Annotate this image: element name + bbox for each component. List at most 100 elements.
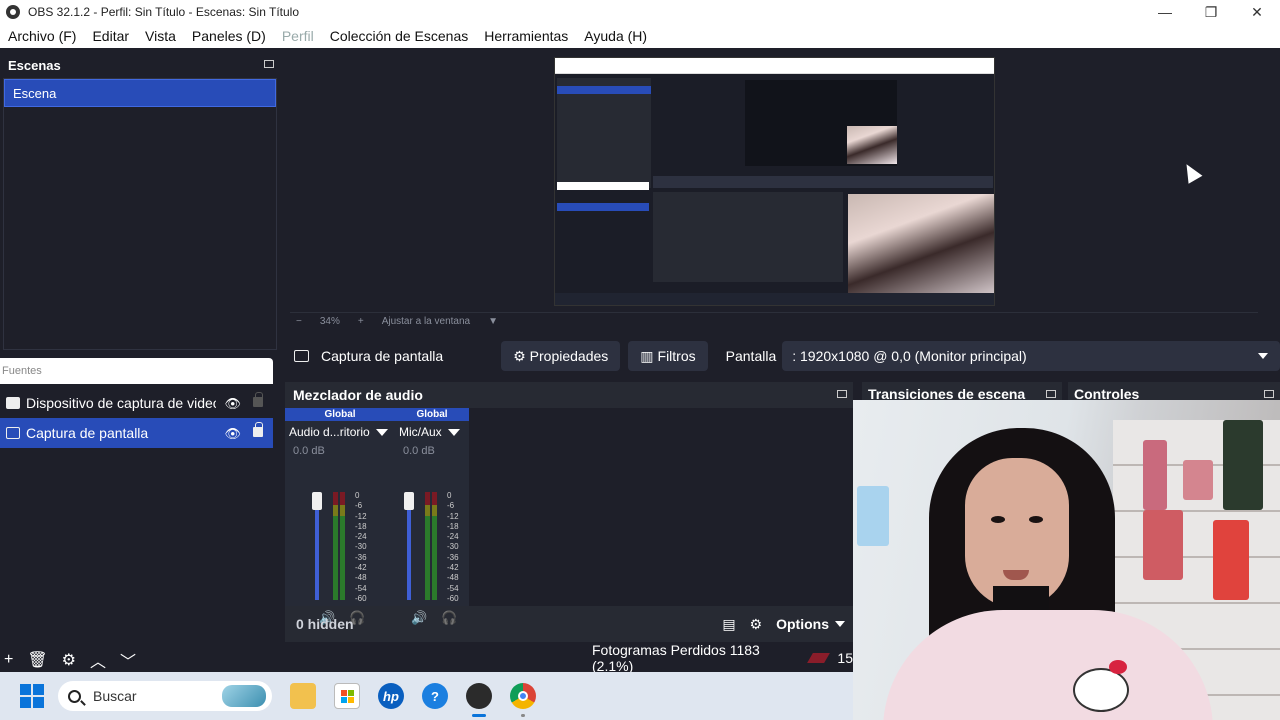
options-button[interactable]: Options (776, 616, 845, 632)
mini-scene-selected (557, 86, 651, 94)
channel-tag: Global (395, 408, 469, 421)
taskbar-search[interactable]: Buscar (58, 681, 272, 711)
channel-db: 0.0 dB (293, 445, 325, 457)
audio-mixer-dock: Mezclador de audio Global Audio d...rito… (285, 382, 853, 642)
undock-icon[interactable] (837, 390, 847, 398)
scale-tick: -54 (355, 583, 367, 593)
mini-sources-header (557, 182, 649, 190)
minimize-icon[interactable]: — (1142, 0, 1188, 24)
source-label: Dispositivo de captura de video (26, 395, 216, 411)
display-label: Pantalla (725, 348, 777, 364)
filter-icon: ▥ (640, 347, 654, 364)
windows-start-icon[interactable] (20, 684, 44, 708)
visibility-eye-icon[interactable]: 👁 (224, 426, 241, 442)
volume-slider-track[interactable] (315, 496, 319, 600)
menu-help[interactable]: Ayuda (H) (576, 28, 655, 44)
scale-tick: -6 (355, 501, 363, 511)
chrome-icon[interactable] (510, 683, 536, 717)
advanced-audio-gear-icon[interactable]: ⚙ (750, 616, 763, 633)
shelf-item (1143, 440, 1167, 510)
undock-icon[interactable] (1046, 390, 1056, 398)
source-item-screen-capture[interactable]: Captura de pantalla 👁 (0, 418, 273, 448)
scale-tick: -30 (355, 542, 367, 552)
lock-icon[interactable] (253, 422, 263, 437)
meter-scale: 0 -6 -12 -18 -24 -30 -36 -42 -48 -54 -60 (355, 491, 367, 604)
visibility-eye-icon[interactable]: 👁 (224, 396, 241, 412)
level-meter (432, 492, 437, 600)
monitor-icon (294, 350, 309, 362)
fit-to-window-label[interactable]: Ajustar a la ventana (382, 316, 470, 327)
preview-canvas[interactable] (554, 57, 995, 306)
scale-tick: -30 (447, 542, 459, 552)
level-meter (340, 492, 345, 600)
source-properties-gear-icon[interactable]: ⚙ (62, 650, 76, 670)
scene-item[interactable]: Escena (4, 79, 276, 107)
channel-db: 0.0 dB (403, 445, 435, 457)
title-bar: OBS 32.1.2 - Perfil: Sin Título - Escena… (0, 0, 1280, 24)
filters-label: Filtros (657, 348, 696, 364)
scale-tick: -42 (355, 563, 367, 573)
mixer-channels: Global Audio d...ritorio 0.0 dB 0 -6 -12… (285, 408, 853, 625)
hp-icon[interactable]: hp (378, 683, 404, 709)
menu-bar: Archivo (F) Editar Vista Paneles (D) Per… (0, 24, 1280, 48)
monitor-icon (6, 427, 20, 439)
channel-name-dropdown[interactable]: Audio d...ritorio (285, 421, 395, 443)
scale-tick: -60 (447, 593, 459, 603)
channel-name-dropdown[interactable]: Mic/Aux (395, 421, 469, 443)
add-source-icon[interactable]: + (4, 651, 13, 669)
menu-profile[interactable]: Perfil (274, 28, 322, 44)
volume-slider-track[interactable] (407, 496, 411, 600)
obs-taskbar-icon[interactable] (466, 683, 492, 717)
mini-webcam-nested (847, 126, 897, 164)
microsoft-store-icon[interactable] (334, 683, 360, 709)
mini-context-bar (653, 176, 993, 188)
restore-icon[interactable]: ❐ (1188, 0, 1234, 24)
file-explorer-icon[interactable] (290, 683, 316, 709)
undock-icon[interactable] (1264, 390, 1274, 398)
remove-source-icon[interactable]: 🗑 (27, 650, 47, 670)
help-icon[interactable]: ? (422, 683, 448, 709)
volume-slider-knob[interactable] (404, 492, 414, 510)
lock-icon[interactable] (253, 392, 263, 407)
active-indicator (472, 714, 486, 717)
mini-webcam (848, 194, 994, 305)
scale-tick: 0 (355, 491, 360, 500)
properties-button[interactable]: ⚙ Propiedades (501, 341, 621, 371)
move-down-icon[interactable]: ﹀ (120, 648, 136, 672)
dropdown-triangle-icon (835, 621, 845, 627)
meter-scale: 0 -6 -12 -18 -24 -30 -36 -42 -48 -54 -60 (447, 491, 459, 604)
filters-button[interactable]: ▥ Filtros (628, 341, 708, 371)
dropped-frames: Fotogramas Perdidos 1183 (2.1%) (592, 642, 760, 674)
volume-slider-knob[interactable] (312, 492, 322, 510)
close-icon[interactable]: ✕ (1234, 0, 1280, 24)
context-source-name: Captura de pantalla (321, 348, 444, 364)
zoom-level: 34% (319, 316, 340, 327)
status-bar: Fotogramas Perdidos 1183 (2.1%) 15 (273, 642, 853, 674)
obs-logo-icon (6, 5, 20, 19)
mixer-channel-mic: Global Mic/Aux 0.0 dB 0 -6 -12 -18 -24 -… (395, 408, 469, 625)
menu-file[interactable]: Archivo (F) (0, 28, 84, 44)
undock-icon[interactable] (264, 60, 274, 68)
scenes-title: Escenas (8, 57, 61, 73)
zoom-in-icon[interactable]: + (358, 316, 364, 327)
network-status-icon (807, 653, 831, 663)
running-indicator (521, 714, 525, 717)
scenes-dock-title: Escenas (0, 52, 280, 78)
properties-label: Propiedades (529, 348, 609, 364)
menu-scene-collection[interactable]: Colección de Escenas (322, 28, 477, 44)
windows-taskbar: Buscar hp ? (0, 672, 853, 720)
zoom-out-icon[interactable]: − (296, 316, 302, 327)
menu-view[interactable]: Vista (137, 28, 184, 44)
menu-edit[interactable]: Editar (84, 28, 137, 44)
move-up-icon[interactable]: ︿ (90, 648, 106, 672)
source-item-video-capture[interactable]: Dispositivo de captura de video 👁 (0, 388, 273, 418)
menu-docks[interactable]: Paneles (D) (184, 28, 274, 44)
display-select[interactable]: : 1920x1080 @ 0,0 (Monitor principal) (782, 341, 1280, 371)
scenes-dock: Escenas Escena (0, 52, 280, 358)
mixer-layout-icon[interactable]: ▤ (722, 616, 735, 633)
search-highlight-image (222, 685, 266, 707)
menu-tools[interactable]: Herramientas (476, 28, 576, 44)
zoom-dropdown-icon[interactable]: ▼ (488, 316, 498, 327)
shelf-item (1213, 520, 1249, 600)
source-label: Captura de pantalla (26, 425, 149, 441)
